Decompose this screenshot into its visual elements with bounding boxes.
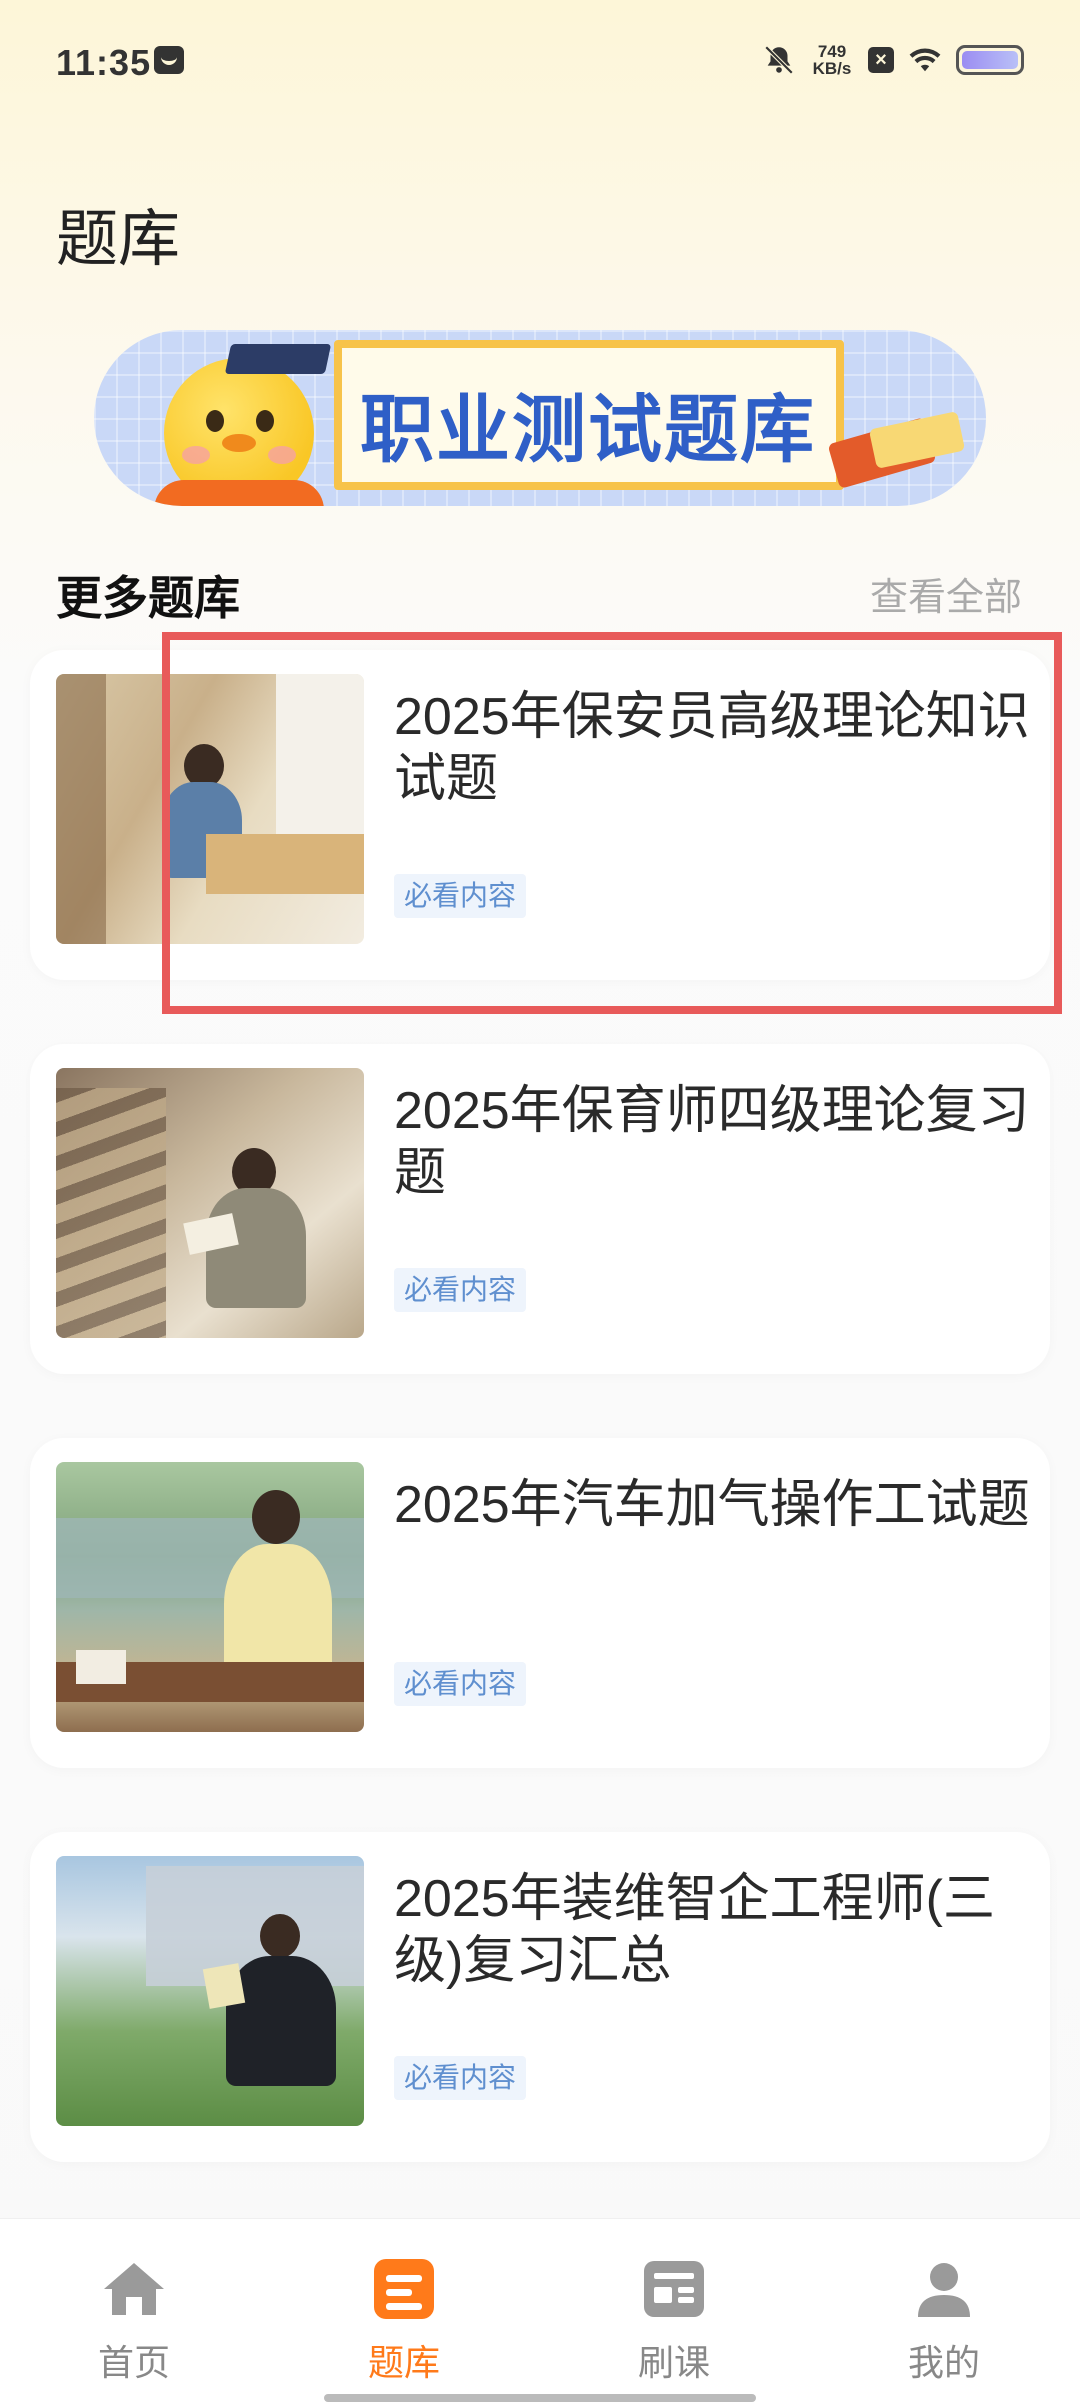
question-bank-banner[interactable]: 职业测试题库 xyxy=(94,330,986,506)
course-icon xyxy=(644,2261,704,2317)
question-bank-card[interactable]: 2025年汽车加气操作工试题 必看内容 xyxy=(30,1438,1050,1768)
card-thumbnail xyxy=(56,1462,364,1732)
battery-icon xyxy=(956,45,1024,75)
books-icon xyxy=(827,411,966,489)
card-tag: 必看内容 xyxy=(394,1268,527,1312)
tab-label: 首页 xyxy=(97,2342,170,2383)
profile-icon xyxy=(918,2263,970,2317)
home-icon xyxy=(104,2263,164,2315)
section-title: 更多题库 xyxy=(56,572,240,624)
card-title: 2025年装维智企工程师(三级)复习汇总 xyxy=(394,1870,995,1990)
network-speed-value: 749 xyxy=(817,42,847,61)
tab-home[interactable]: 首页 xyxy=(54,2257,214,2386)
view-all-link[interactable]: 查看全部 xyxy=(870,566,1022,621)
card-title: 2025年汽车加气操作工试题 xyxy=(394,1476,1030,1534)
question-bank-icon xyxy=(374,2259,434,2319)
tab-label: 刷课 xyxy=(637,2342,710,2383)
tab-profile[interactable]: 我的 xyxy=(864,2257,1024,2386)
tab-course[interactable]: 刷课 xyxy=(594,2257,754,2386)
status-bar: 11:35 749 KB/s × xyxy=(0,0,1080,120)
status-icons: 749 KB/s × xyxy=(762,40,1024,80)
highlight-box xyxy=(162,632,1062,1014)
wifi-icon xyxy=(909,48,941,72)
tab-label: 我的 xyxy=(907,2342,980,2383)
bottom-tab-bar: 首页 题库 刷课 我的 xyxy=(0,2218,1080,2408)
tab-question-bank[interactable]: 题库 xyxy=(324,2257,484,2386)
card-thumbnail xyxy=(56,1068,364,1338)
home-indicator xyxy=(324,2394,756,2402)
banner-text: 职业测试题库 xyxy=(360,387,816,473)
tab-label: 题库 xyxy=(367,2342,440,2383)
network-speed: 749 KB/s xyxy=(810,43,854,77)
question-bank-card[interactable]: 2025年保育师四级理论复习题 必看内容 xyxy=(30,1044,1050,1374)
page-title: 题库 xyxy=(56,205,181,274)
card-thumbnail xyxy=(56,1856,364,2126)
message-notification-icon xyxy=(154,46,184,74)
mascot-body xyxy=(154,480,324,506)
card-tag: 必看内容 xyxy=(394,2056,527,2100)
banner-board: 职业测试题库 xyxy=(334,340,844,490)
card-title: 2025年保育师四级理论复习题 xyxy=(394,1082,1030,1202)
bell-off-icon xyxy=(764,45,794,75)
card-tag: 必看内容 xyxy=(394,1662,527,1706)
sim-off-icon: × xyxy=(868,47,894,73)
status-time: 11:35 xyxy=(56,42,152,83)
question-bank-card[interactable]: 2025年装维智企工程师(三级)复习汇总 必看内容 xyxy=(30,1832,1050,2162)
network-speed-unit: KB/s xyxy=(812,59,852,78)
